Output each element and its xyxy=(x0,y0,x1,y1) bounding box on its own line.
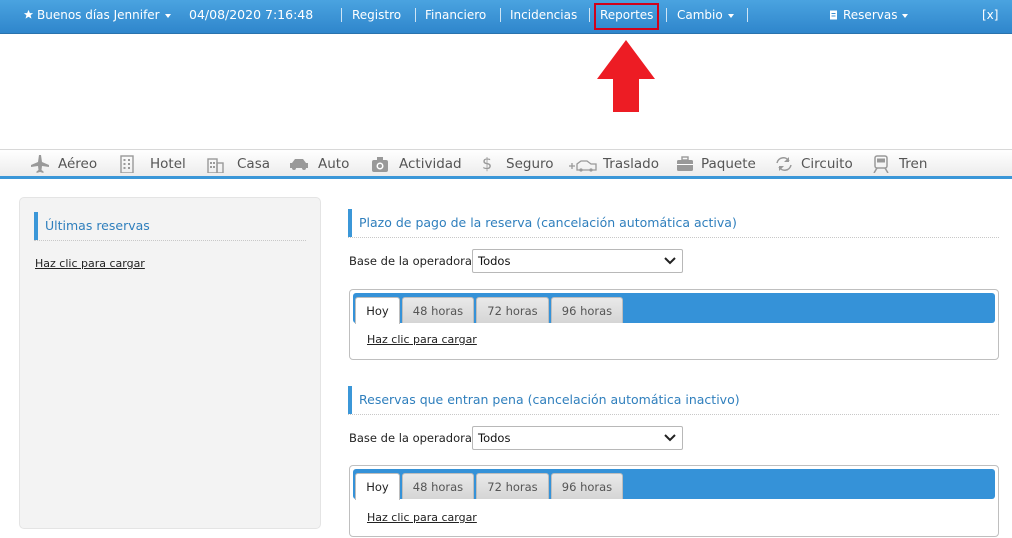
product-label: Hotel xyxy=(150,156,186,172)
section-title: Reservas que entran pena (cancelación au… xyxy=(348,386,740,414)
tab-96-horas[interactable]: 96 horas xyxy=(551,297,623,323)
divider xyxy=(341,8,342,22)
caret-down-icon xyxy=(727,13,734,18)
building-icon xyxy=(120,155,134,173)
tab-strip: Hoy 48 horas 72 horas 96 horas xyxy=(353,293,995,324)
train-icon xyxy=(873,155,889,173)
divider xyxy=(415,8,416,22)
reservas-label: Reservas xyxy=(843,8,898,22)
tab-72-horas[interactable]: 72 horas xyxy=(476,473,549,499)
circuit-icon xyxy=(776,157,792,171)
load-link[interactable]: Haz clic para cargar xyxy=(35,257,145,270)
close-button[interactable]: [x] xyxy=(982,0,998,30)
caret-down-icon xyxy=(164,13,171,18)
chevron-down-icon xyxy=(664,257,676,265)
car-icon xyxy=(290,159,308,170)
operator-select[interactable]: Todos xyxy=(472,426,683,450)
transfer-icon xyxy=(569,160,597,172)
tab-48-horas[interactable]: 48 horas xyxy=(402,473,474,499)
chevron-down-icon xyxy=(664,434,676,442)
caret-down-icon xyxy=(902,13,909,18)
tab-48-horas[interactable]: 48 horas xyxy=(402,297,474,323)
divider xyxy=(348,237,999,238)
menu-financiero[interactable]: Financiero xyxy=(425,0,486,30)
product-label: Aéreo xyxy=(58,156,98,172)
operator-label: Base de la operadora xyxy=(349,431,472,445)
cambio-menu[interactable]: Cambio xyxy=(677,0,734,30)
operator-select-value: Todos xyxy=(478,431,511,445)
datetime: 04/08/2020 7:16:48 xyxy=(189,7,314,22)
house-icon xyxy=(207,158,224,173)
section-title: Plazo de pago de la reserva (cancelación… xyxy=(348,209,737,237)
load-link[interactable]: Haz clic para cargar xyxy=(367,333,477,346)
tab-strip: Hoy 48 horas 72 horas 96 horas xyxy=(353,469,995,500)
operator-select-value: Todos xyxy=(478,254,511,268)
reservas-menu[interactable]: Reservas xyxy=(829,0,909,30)
arrow-up-icon xyxy=(597,40,655,112)
product-label: Tren xyxy=(899,156,928,172)
cambio-label: Cambio xyxy=(677,8,723,22)
recent-bookings-panel: Últimas reservas Haz clic para cargar xyxy=(19,197,321,529)
menu-incidencias[interactable]: Incidencias xyxy=(510,0,577,30)
divider xyxy=(500,8,501,22)
top-bar: Buenos días Jennifer 04/08/2020 7:16:48 … xyxy=(0,0,1012,34)
product-label: Traslado xyxy=(603,156,659,172)
document-icon xyxy=(830,10,837,20)
greeting-label: Buenos días Jennifer xyxy=(37,8,160,22)
load-link[interactable]: Haz clic para cargar xyxy=(367,511,477,524)
menu-registro[interactable]: Registro xyxy=(352,0,401,30)
product-label: Actividad xyxy=(399,156,462,172)
suitcase-icon xyxy=(677,156,693,171)
product-label: Auto xyxy=(318,156,350,172)
dollar-icon: $ xyxy=(482,154,493,173)
divider xyxy=(348,414,999,415)
star-icon xyxy=(23,9,34,19)
tab-panel: Hoy 48 horas 72 horas 96 horas Haz clic … xyxy=(349,289,999,360)
panel-title: Últimas reservas xyxy=(34,212,150,240)
tab-hoy[interactable]: Hoy xyxy=(355,297,400,324)
divider xyxy=(747,8,748,22)
tab-panel: Hoy 48 horas 72 horas 96 horas Haz clic … xyxy=(349,465,999,537)
product-label: Casa xyxy=(237,156,271,172)
tab-72-horas[interactable]: 72 horas xyxy=(476,297,549,323)
product-label: Paquete xyxy=(701,156,756,172)
divider xyxy=(34,240,306,241)
product-nav: Aéreo Hotel Casa Auto Actividad $ Seguro… xyxy=(0,149,1012,179)
product-label: Seguro xyxy=(506,156,554,172)
tab-hoy[interactable]: Hoy xyxy=(355,473,400,500)
highlight-box xyxy=(594,3,659,30)
operator-select[interactable]: Todos xyxy=(472,249,683,273)
divider xyxy=(666,8,667,22)
divider xyxy=(589,8,590,22)
camera-icon xyxy=(372,157,388,172)
plane-icon xyxy=(31,155,49,173)
greeting-menu[interactable]: Buenos días Jennifer xyxy=(23,0,171,30)
operator-label: Base de la operadora xyxy=(349,254,472,268)
product-label: Circuito xyxy=(801,156,853,172)
tab-96-horas[interactable]: 96 horas xyxy=(551,473,623,499)
